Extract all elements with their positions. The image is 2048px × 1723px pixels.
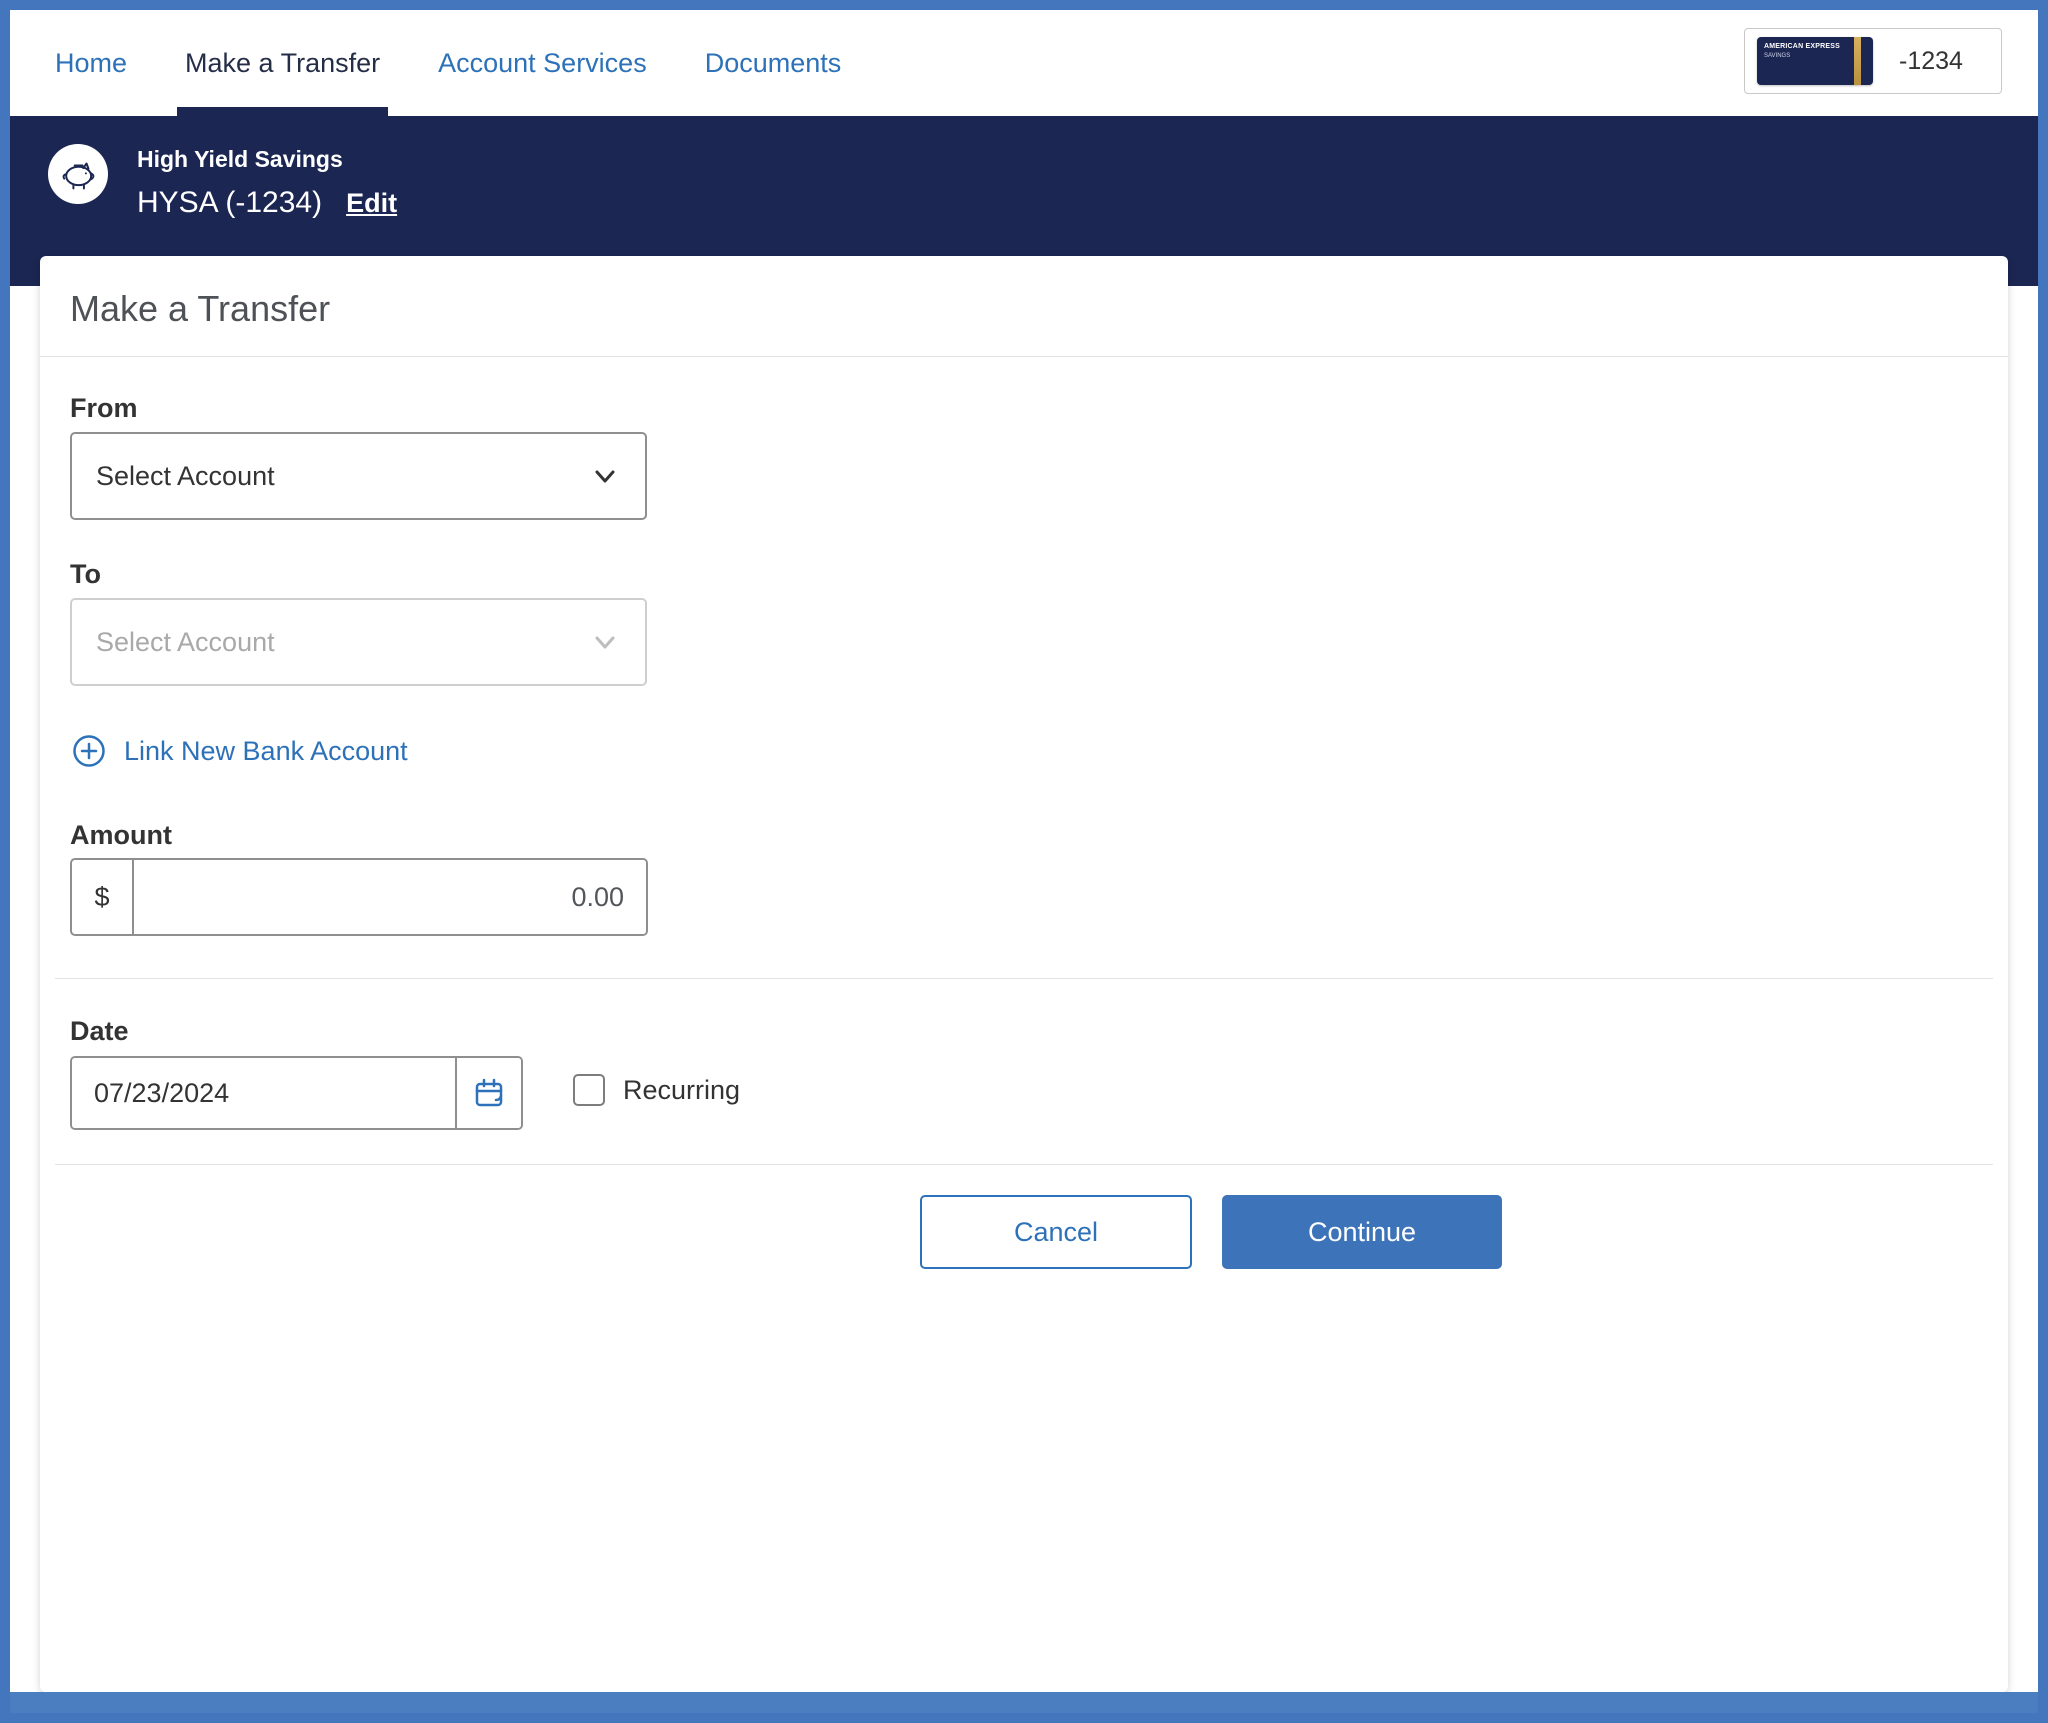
card-subbrand-text: SAVINGS [1764, 53, 1790, 59]
nav-item-account-services[interactable]: Account Services [438, 10, 647, 116]
chevron-down-icon [589, 460, 621, 492]
actions-divider [55, 1164, 1993, 1165]
to-label: To [70, 559, 101, 590]
card-gold-stripe [1854, 37, 1861, 85]
from-account-select[interactable]: Select Account [70, 432, 647, 520]
recurring-row: Recurring [573, 1074, 740, 1106]
recurring-label: Recurring [623, 1075, 740, 1106]
nav-item-documents[interactable]: Documents [705, 10, 842, 116]
calendar-picker-button[interactable] [455, 1058, 521, 1128]
app-window: Home Make a Transfer Account Services Do… [0, 0, 2048, 1723]
continue-button[interactable]: Continue [1222, 1195, 1502, 1269]
link-new-bank-account[interactable]: Link New Bank Account [72, 734, 408, 768]
edit-account-link[interactable]: Edit [346, 188, 397, 219]
recurring-checkbox[interactable] [573, 1074, 605, 1106]
from-label: From [70, 393, 138, 424]
product-name: High Yield Savings [137, 146, 343, 173]
to-account-value: Select Account [96, 627, 589, 658]
chevron-down-icon [589, 626, 621, 658]
amount-label: Amount [70, 820, 172, 851]
top-navigation: Home Make a Transfer Account Services Do… [10, 10, 2038, 116]
title-divider [40, 356, 2008, 357]
date-field-group [70, 1056, 523, 1130]
amount-field-group: $ [70, 858, 648, 936]
transfer-form-card: Make a Transfer From Select Account To S… [40, 256, 2008, 1692]
from-account-value: Select Account [96, 461, 589, 492]
plus-circle-icon [72, 734, 106, 768]
page-title: Make a Transfer [70, 288, 330, 330]
date-input[interactable] [72, 1058, 455, 1128]
account-last4: -1234 [1899, 47, 1963, 76]
link-new-bank-account-label: Link New Bank Account [124, 736, 408, 767]
savings-card-image: AMERICAN EXPRESS SAVINGS [1757, 37, 1873, 85]
currency-symbol: $ [72, 860, 134, 934]
card-brand-text: AMERICAN EXPRESS [1764, 43, 1840, 50]
account-number-label: HYSA (-1234) [137, 186, 322, 220]
account-card-chip[interactable]: AMERICAN EXPRESS SAVINGS -1234 [1744, 28, 2002, 94]
bottom-frame-strip [10, 1692, 2038, 1713]
section-divider [55, 978, 1993, 979]
piggy-bank-icon [48, 144, 108, 204]
account-row: HYSA (-1234) Edit [137, 186, 397, 220]
to-account-select[interactable]: Select Account [70, 598, 647, 686]
cancel-button[interactable]: Cancel [920, 1195, 1192, 1269]
nav-item-home[interactable]: Home [55, 10, 127, 116]
calendar-icon [472, 1076, 506, 1110]
nav-item-make-a-transfer[interactable]: Make a Transfer [185, 10, 380, 116]
amount-input[interactable] [134, 860, 646, 934]
date-label: Date [70, 1016, 129, 1047]
